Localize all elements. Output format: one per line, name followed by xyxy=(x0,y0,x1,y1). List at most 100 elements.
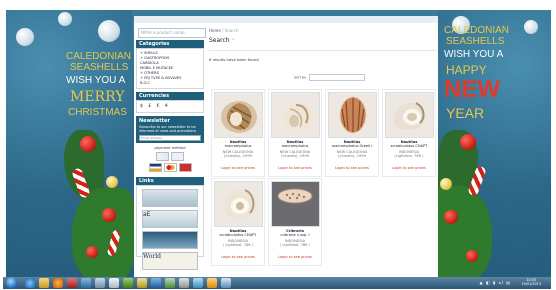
product-size: ( Lightfoot, 786 ) xyxy=(279,243,311,247)
desktop: CALEDONIAN SEASHELLS WISH YOU A MERRY CH… xyxy=(6,10,551,282)
app-icon[interactable] xyxy=(81,278,91,288)
bauble-icon xyxy=(444,210,458,224)
app-icon[interactable] xyxy=(151,278,161,288)
login-price-link[interactable]: Login to see prices xyxy=(212,166,264,170)
breadcrumb: Home / Search xyxy=(209,28,437,33)
product-size: ( Lightfoot, 786 ) xyxy=(222,243,254,247)
system-tray[interactable]: ▲ ◧ ▮ ◂) ▤ xyxy=(480,280,512,285)
payment-icons xyxy=(139,152,201,161)
payment-heading: payment method xyxy=(154,146,186,150)
newsletter-text: Subscribe to our newsletter to be inform… xyxy=(139,125,197,133)
product-latin: scrobiculatus CHAPT xyxy=(219,233,257,237)
results-count: 6 results have been found xyxy=(209,57,259,62)
product-image[interactable] xyxy=(214,181,263,227)
paypal-logo-icon xyxy=(171,152,184,161)
page-title-text: Search xyxy=(209,37,230,44)
wallpaper-right-line1: CALEDONIAN xyxy=(444,25,510,36)
page-title: Search "" xyxy=(209,37,437,44)
currency-selector[interactable]: $ £ € ¥ xyxy=(136,100,204,113)
newsletter-box: Newsletter Subscribe to our newsletter t… xyxy=(136,116,204,143)
link-banner[interactable]: World xyxy=(142,252,198,270)
app-icon[interactable] xyxy=(123,278,133,288)
product-card[interactable]: Nautilus macromphalus NEW CALEDONIA (Lin… xyxy=(268,89,322,177)
taskbar: ▲ ◧ ▮ ◂) ▤ 10:45 19/01/2013 xyxy=(3,277,551,289)
bauble-icon xyxy=(466,250,478,262)
link-banner[interactable] xyxy=(142,231,198,249)
categories-heading: Categories xyxy=(136,40,204,48)
main-content: Home / Search Search "" 6 results have b… xyxy=(209,28,437,62)
wallpaper-right-line6: YEAR xyxy=(446,105,485,121)
folder-icon[interactable] xyxy=(39,278,49,288)
product-size: (Lineolis), 1999 xyxy=(281,154,309,158)
app-icon[interactable] xyxy=(109,278,119,288)
app-icon[interactable] xyxy=(95,278,105,288)
ornament-icon xyxy=(106,176,118,188)
login-price-link[interactable]: Login to see prices xyxy=(326,166,378,170)
product-image[interactable] xyxy=(214,92,263,138)
product-image[interactable] xyxy=(385,92,434,138)
wallpaper-right-line4: HAPPY xyxy=(446,63,487,77)
wallpaper-left-line1: CALEDONIAN xyxy=(66,51,132,62)
search-input[interactable]: Write a product name xyxy=(138,28,206,38)
sort-label: Sort by xyxy=(294,75,307,80)
category-item[interactable]: R.O.C xyxy=(140,81,200,86)
link-banner[interactable]: aE xyxy=(142,210,198,228)
clock-date: 19/01/2013 xyxy=(521,282,541,287)
product-card[interactable]: Nautilus macromphalus NEW CALEDONIA (Lin… xyxy=(211,89,265,177)
start-button[interactable] xyxy=(6,277,18,289)
newsletter-email-input[interactable]: Email address xyxy=(139,135,201,141)
product-latin: macromphalus xyxy=(281,144,309,148)
bauble-icon xyxy=(460,134,476,150)
wallpaper-left: CALEDONIAN SEASHELLS WISH YOU A MERRY CH… xyxy=(6,10,134,282)
product-card[interactable]: Nautilus scrobiculatus CHAPT INDONESIA (… xyxy=(211,178,265,266)
sort-select[interactable] xyxy=(309,74,366,81)
product-image[interactable] xyxy=(271,181,320,227)
clock[interactable]: 10:45 19/01/2013 xyxy=(521,278,541,287)
product-card[interactable]: Nautilus scrobiculatus CHAPT INDONESIA (… xyxy=(382,89,436,177)
app-icon[interactable] xyxy=(179,278,189,288)
visa-icon xyxy=(148,163,162,172)
login-price-link[interactable]: Login to see prices xyxy=(269,255,321,259)
screen: CALEDONIAN SEASHELLS WISH YOU A MERRY CH… xyxy=(3,5,551,289)
product-image[interactable] xyxy=(271,92,320,138)
ornament-icon xyxy=(524,20,538,34)
links-heading: Links xyxy=(136,177,204,185)
app-icon[interactable] xyxy=(193,278,203,288)
media-player-icon[interactable] xyxy=(53,278,63,288)
browser-page: Write a product name Categories + SHELLS… xyxy=(134,16,438,280)
wallpaper-left-line4: MERRY xyxy=(70,89,125,105)
app-icon[interactable] xyxy=(67,278,77,288)
newsletter-heading: Newsletter xyxy=(139,118,170,124)
wallpaper-right-line2: SEASHELLS xyxy=(446,36,505,47)
login-price-link[interactable]: Login to see prices xyxy=(212,255,264,259)
sidebar: Categories + SHELLS + GASTROPODS CARDIOL… xyxy=(136,40,204,270)
app-icon[interactable] xyxy=(207,278,217,288)
category-list: + SHELLS + GASTROPODS CARDIOLA MOBIL E M… xyxy=(137,49,203,88)
bauble-icon xyxy=(86,246,98,258)
wallpaper-left-line5: CHRISTMAS xyxy=(68,107,127,118)
wallpaper-right-line3: WISH YOU A xyxy=(444,49,504,60)
ornament-icon xyxy=(58,12,72,26)
breadcrumb-home[interactable]: Home xyxy=(209,28,221,33)
bauble-icon xyxy=(80,136,96,152)
sort-control: Sort by xyxy=(294,74,366,81)
app-icon[interactable] xyxy=(221,278,231,288)
card-icon xyxy=(178,163,192,172)
product-card[interactable]: Nautilus macromphalus Greek l NEW CALEDO… xyxy=(325,89,379,177)
breadcrumb-current: Search xyxy=(224,28,239,33)
app-icon[interactable] xyxy=(137,278,147,288)
app-icon[interactable] xyxy=(165,278,175,288)
holly-icon xyxy=(72,188,134,282)
categories-box: + SHELLS + GASTROPODS CARDIOLA MOBIL E M… xyxy=(136,48,204,89)
browser-icon[interactable] xyxy=(25,278,35,288)
bauble-icon xyxy=(102,208,116,222)
product-card[interactable]: Cribraria cribraria n.ssp. I INDONESIA (… xyxy=(268,178,322,266)
login-price-link[interactable]: Login to see prices xyxy=(269,166,321,170)
login-price-link[interactable]: Login to see prices xyxy=(383,166,435,170)
wallpaper-left-line3: WISH YOU A xyxy=(66,75,126,86)
product-image[interactable] xyxy=(328,92,377,138)
wallpaper-right: CALEDONIAN SEASHELLS WISH YOU A HAPPY NE… xyxy=(428,10,551,282)
card-icons xyxy=(139,163,201,172)
product-size: (Lineolis), 1999 xyxy=(338,154,366,158)
link-banner[interactable] xyxy=(142,189,198,207)
